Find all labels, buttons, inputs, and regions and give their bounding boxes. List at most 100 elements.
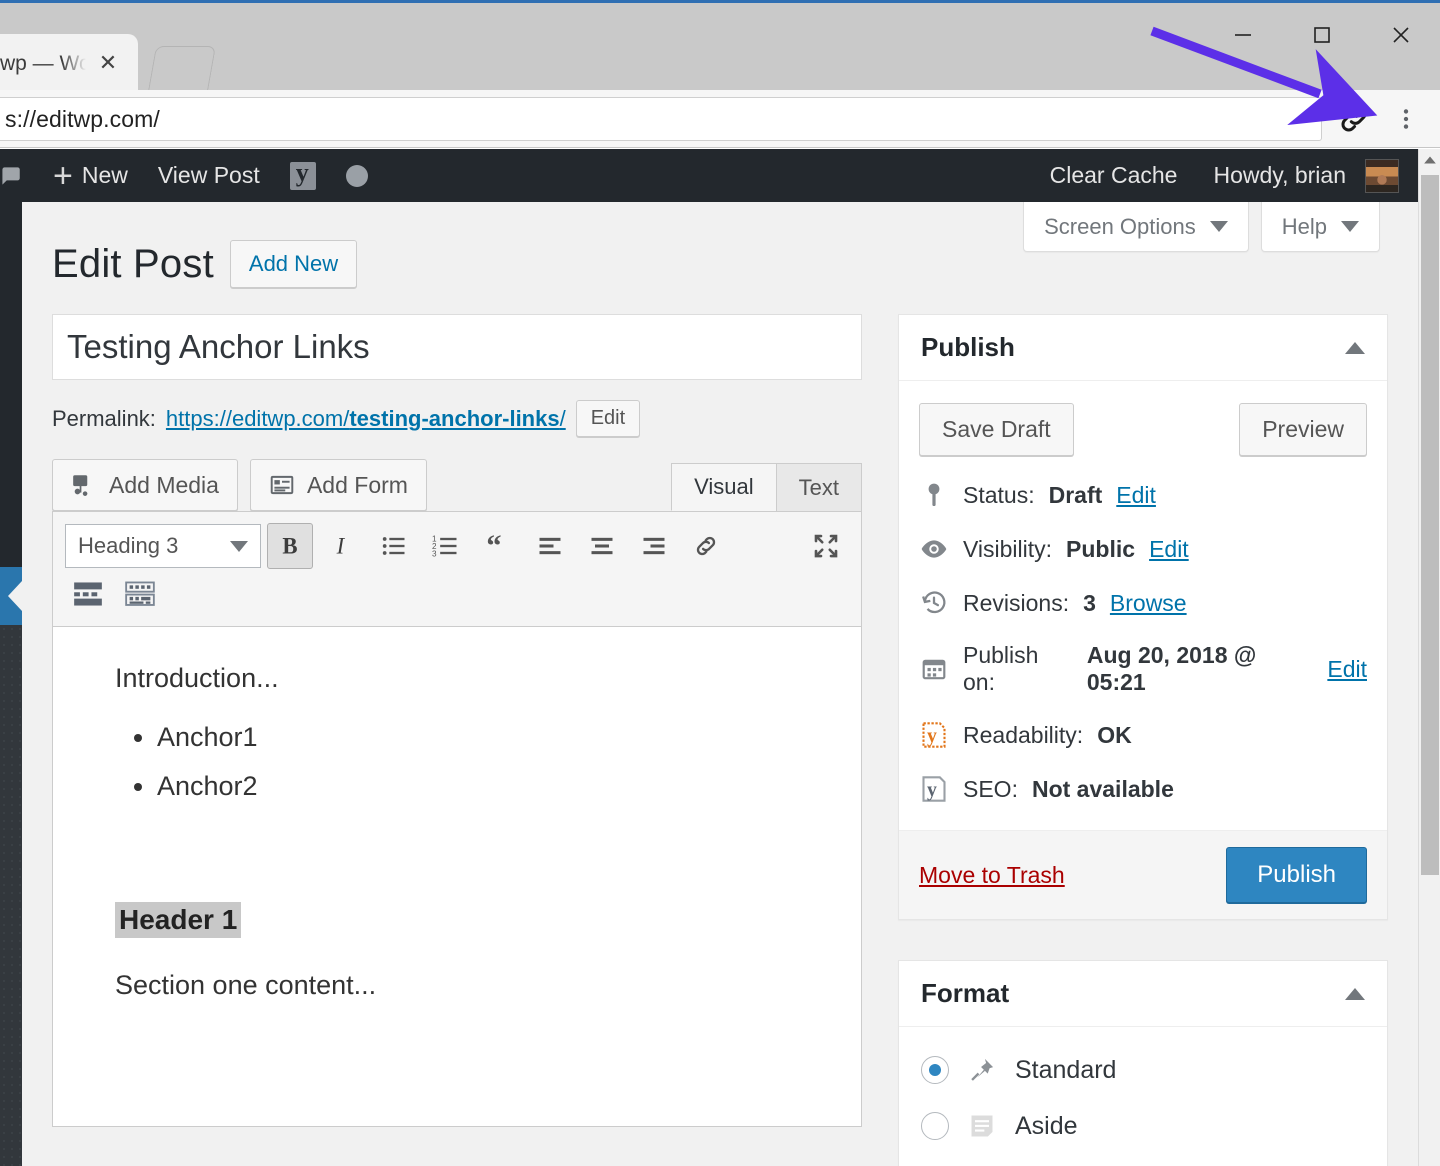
revisions-browse-link[interactable]: Browse [1110,590,1187,617]
page-title: Edit Post [52,242,214,287]
keyboard-icon [125,581,155,607]
tab-text[interactable]: Text [776,463,862,511]
calendar-icon [919,654,949,684]
publish-on-row: Publish on: Aug 20, 2018 @ 05:21 Edit [919,630,1367,708]
maximize-icon[interactable] [1282,6,1361,64]
media-buttons-row: Add Media Add Form Visual Text [52,459,862,511]
yoast-icon: y [919,720,949,750]
new-tab-button[interactable] [148,46,216,91]
address-bar[interactable]: s://editwp.com/ [0,97,1322,141]
chevron-up-icon[interactable] [1345,988,1365,1000]
edit-permalink-button[interactable]: Edit [576,400,640,437]
permalink-link[interactable]: https://editwp.com/testing-anchor-links/ [166,406,566,432]
add-form-button[interactable]: Add Form [250,459,427,511]
format-panel-header[interactable]: Format [899,961,1387,1027]
align-left-button[interactable] [527,523,573,569]
admin-bar-view-post[interactable]: View Post [143,149,275,202]
add-new-button[interactable]: Add New [230,240,357,288]
admin-bar-yoast[interactable] [275,149,331,202]
visibility-value: Public [1066,536,1135,563]
publish-panel-title: Publish [921,332,1015,363]
publish-panel-header[interactable]: Publish [899,315,1387,381]
post-title-input[interactable]: Testing Anchor Links [52,314,862,380]
readability-row: y Readability: OK [919,708,1367,762]
pin-icon [919,480,949,510]
permalink-prefix: https://editwp.com/ [166,406,349,431]
plus-icon: + [53,159,73,193]
heading-header-1[interactable]: Header 1 [115,902,241,938]
help-label: Help [1282,214,1327,240]
format-option-standard[interactable]: Standard [921,1045,1365,1101]
window-close-icon[interactable] [1361,6,1440,64]
chevron-down-icon [1210,221,1228,232]
admin-bar-account[interactable]: Howdy, brian [1198,149,1414,202]
content-intro-paragraph: Introduction... [115,663,861,694]
admin-bar-status[interactable] [331,149,383,202]
tab-visual[interactable]: Visual [671,463,777,511]
minimize-icon[interactable] [1203,6,1282,64]
italic-button[interactable]: I [319,523,365,569]
align-right-button[interactable] [631,523,677,569]
admin-bar-clear-cache-label: Clear Cache [1050,162,1178,189]
sidebar-item-posts[interactable] [0,567,22,625]
revisions-row: Revisions: 3 Browse [919,576,1367,630]
post-content-editor[interactable]: Introduction... Anchor1 Anchor2 Header 1… [52,627,862,1127]
wp-content-area: Screen Options Help Edit Post Add New Te… [22,202,1418,1166]
add-media-button[interactable]: Add Media [52,459,238,511]
radio-standard[interactable] [921,1056,949,1084]
browser-titlebar: wp — Wor ✕ [0,0,1440,90]
admin-bar-clear-cache[interactable]: Clear Cache [1035,149,1193,202]
screen-meta-links: Screen Options Help [1011,202,1380,252]
admin-bar-new[interactable]: + New [38,149,143,202]
visibility-edit-link[interactable]: Edit [1149,536,1189,563]
numbered-list-button[interactable]: 1 2 3 [423,523,469,569]
scroll-up-icon[interactable] [1419,149,1440,171]
chevron-down-icon [230,541,248,552]
add-form-label: Add Form [307,472,408,499]
insert-link-button[interactable] [683,523,729,569]
status-edit-link[interactable]: Edit [1116,482,1156,509]
chevron-up-icon[interactable] [1345,342,1365,354]
read-more-tag-button[interactable] [65,571,111,617]
admin-menu-collapsed-area [0,625,22,1166]
bold-button[interactable]: B [267,523,313,569]
seo-label: SEO: [963,776,1018,803]
link-icon[interactable] [1334,99,1374,139]
blockquote-button[interactable]: “ [475,523,521,569]
radio-aside[interactable] [921,1112,949,1140]
browser-tab-title: wp — Wor [0,52,86,76]
content-anchor-list: Anchor1 Anchor2 [157,722,861,802]
paragraph-format-select[interactable]: Heading 3 [65,524,261,568]
chevron-down-icon [1341,221,1359,232]
move-to-trash-link[interactable]: Move to Trash [919,862,1065,889]
window-controls [1203,6,1440,64]
bulleted-list-button[interactable] [371,523,417,569]
publish-button[interactable]: Publish [1226,847,1367,903]
permalink-label: Permalink: [52,406,156,432]
yoast-icon [290,162,316,190]
readability-value: OK [1097,722,1132,749]
status-circle-icon [346,165,368,187]
svg-text:y: y [927,779,937,801]
format-option-aside[interactable]: Aside [921,1101,1365,1157]
admin-bar-view-post-label: View Post [158,162,260,189]
permalink-row: Permalink: https://editwp.com/testing-an… [52,400,862,437]
add-media-label: Add Media [109,472,219,499]
format-option-image[interactable]: Image [921,1157,1365,1166]
clock-icon [919,588,949,618]
save-draft-button[interactable]: Save Draft [919,403,1074,456]
fullscreen-button[interactable] [803,523,849,569]
page-scrollbar[interactable] [1418,149,1440,1166]
admin-menu-strip [0,202,22,1166]
scrollbar-thumb[interactable] [1421,175,1439,875]
publish-on-edit-link[interactable]: Edit [1327,656,1367,683]
align-center-button[interactable] [579,523,625,569]
comment-bubble-icon[interactable] [0,149,38,202]
help-button[interactable]: Help [1261,202,1380,252]
kebab-menu-icon[interactable] [1386,99,1426,139]
keyboard-shortcuts-button[interactable] [117,571,163,617]
preview-button[interactable]: Preview [1239,403,1367,456]
browser-tab[interactable]: wp — Wor ✕ [0,34,138,93]
close-icon[interactable]: ✕ [96,51,120,75]
screen-options-button[interactable]: Screen Options [1023,202,1249,252]
